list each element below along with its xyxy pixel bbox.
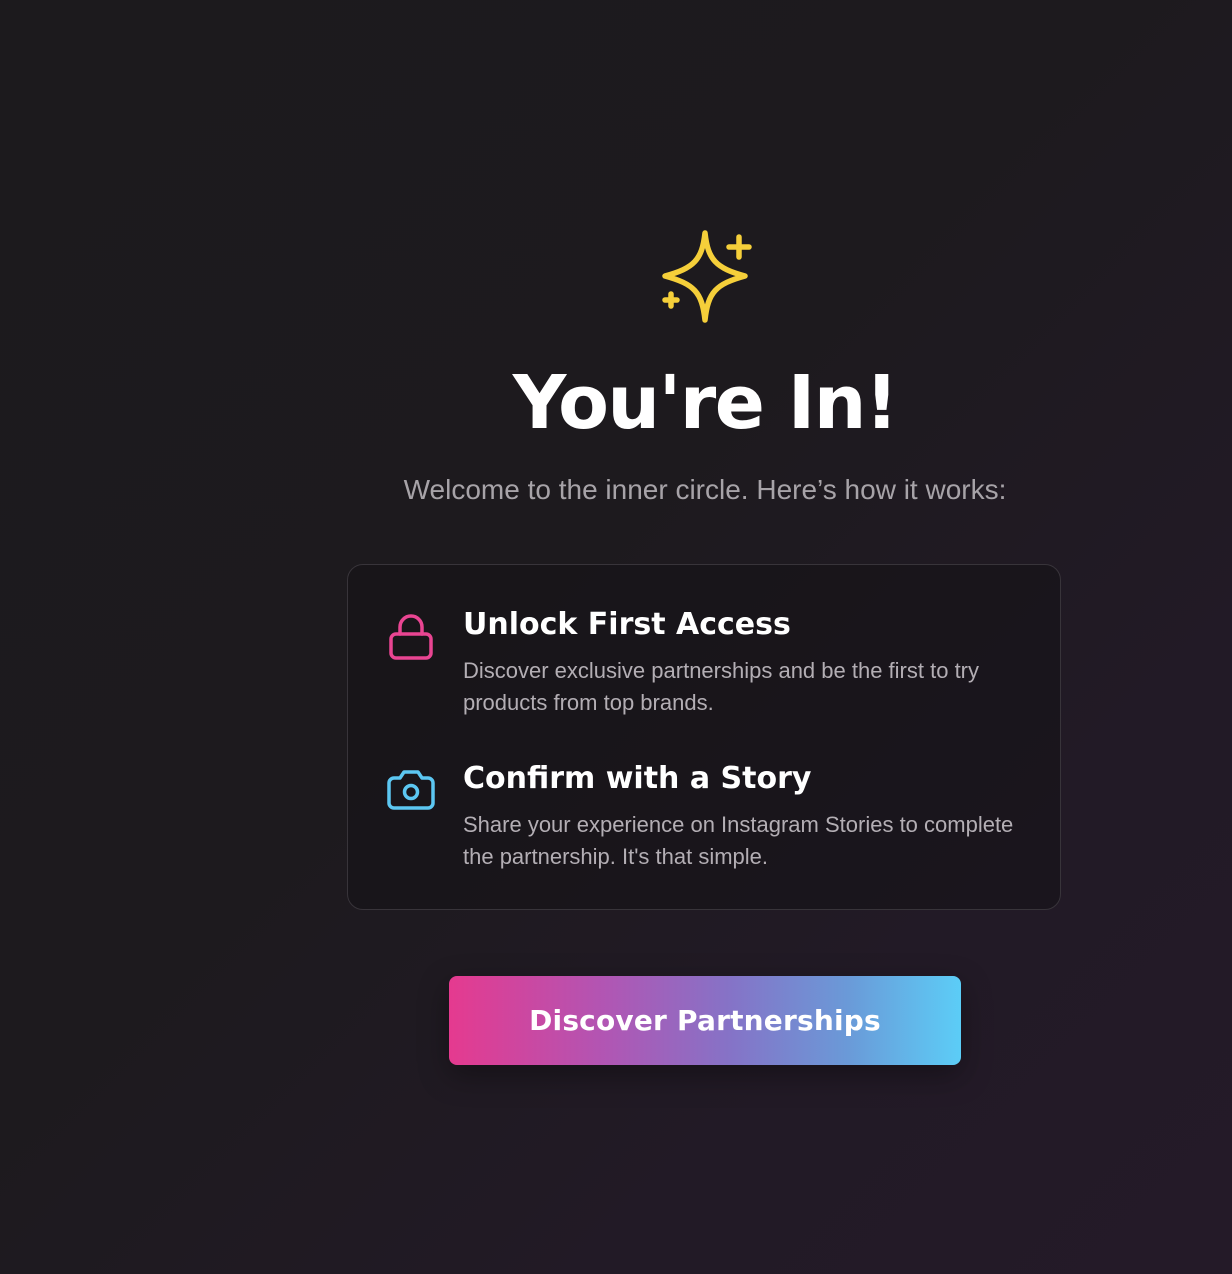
step-title: Confirm with a Story	[463, 761, 812, 796]
lock-icon	[386, 611, 436, 661]
how-it-works-card: Unlock First Access Discover exclusive p…	[347, 564, 1061, 910]
page-subtitle: Welcome to the inner circle. Here’s how …	[403, 474, 1007, 505]
camera-icon	[386, 765, 436, 815]
step-description: Discover exclusive partnerships and be t…	[463, 658, 980, 715]
page-title: You're In!	[512, 360, 899, 446]
step-title: Unlock First Access	[463, 607, 791, 642]
discover-partnerships-button[interactable]: Discover Partnerships	[449, 976, 961, 1065]
step-description: Share your experience on Instagram Stori…	[463, 812, 1014, 869]
sparkles-icon	[652, 226, 756, 326]
